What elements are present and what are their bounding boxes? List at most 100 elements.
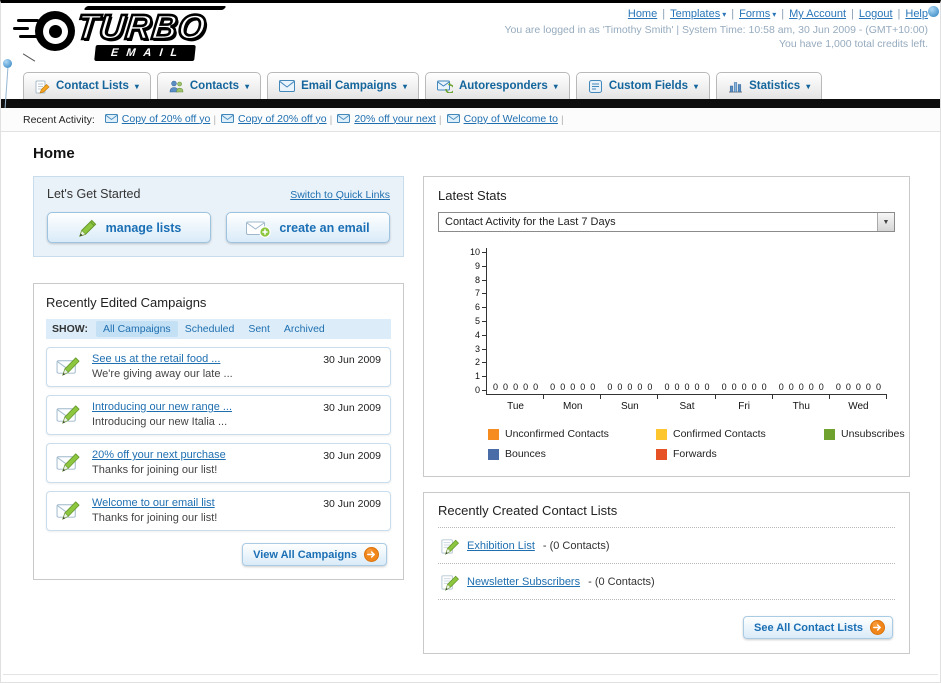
campaign-title-link[interactable]: 20% off your next purchase xyxy=(92,449,314,461)
campaign-title-link[interactable]: Introducing our new range ... xyxy=(92,401,314,413)
tab-contacts[interactable]: Contacts ▾ xyxy=(156,72,262,99)
create-email-button[interactable]: create an email xyxy=(226,212,390,243)
legend-item: Bounces xyxy=(488,448,656,460)
content-columns: Let's Get Started Switch to Quick Links … xyxy=(1,168,940,654)
campaign-title-link[interactable]: Welcome to our email list xyxy=(92,497,314,509)
bar-value-label: 0 xyxy=(818,382,824,392)
bar-value-label: 0 xyxy=(570,382,576,392)
nav-divider-bar xyxy=(1,99,940,108)
tab-email-campaigns[interactable]: Email Campaigns ▾ xyxy=(267,72,419,99)
y-axis-tick: 4 xyxy=(475,330,486,340)
bar-value-label: 0 xyxy=(855,382,861,392)
bar-value-label: 0 xyxy=(533,382,539,392)
custom-fields-icon xyxy=(588,79,603,94)
campaign-title-link[interactable]: See us at the retail food ... xyxy=(92,353,314,365)
stats-period-select[interactable]: Contact Activity for the Last 7 Days ▼ xyxy=(438,212,895,232)
bar-value-label: 0 xyxy=(788,382,794,392)
bar-value-label: 0 xyxy=(513,382,519,392)
legend-label: Forwards xyxy=(673,448,717,460)
manage-lists-button[interactable]: manage lists xyxy=(47,212,211,243)
contact-list-item[interactable]: Newsletter Subscribers - (0 Contacts) xyxy=(438,564,895,600)
chart-bar-group: 00000 xyxy=(658,248,716,399)
top-link-home[interactable]: Home xyxy=(628,8,657,20)
bar-value-labels: 00000 xyxy=(658,382,715,392)
arrow-circle-icon xyxy=(364,547,379,562)
y-axis-tick: 10 xyxy=(470,248,486,257)
bar-value-label: 0 xyxy=(664,382,670,392)
top-link-templates[interactable]: Templates ▾ xyxy=(670,8,726,20)
envelope-pencil-icon xyxy=(56,354,83,377)
bar-value-label: 0 xyxy=(560,382,566,392)
tab-contact-lists[interactable]: Contact Lists ▾ xyxy=(23,72,151,99)
switch-quick-links-link[interactable]: Switch to Quick Links xyxy=(290,189,390,201)
y-tick-label: 7 xyxy=(474,288,480,299)
recent-activity-item[interactable]: Copy of 20% off yo xyxy=(104,112,211,125)
filter-scheduled[interactable]: Scheduled xyxy=(178,321,242,337)
bar-value-label: 0 xyxy=(798,382,804,392)
top-link-logout[interactable]: Logout xyxy=(859,8,893,20)
bar-value-labels: 00000 xyxy=(601,382,658,392)
bar-value-label: 0 xyxy=(808,382,814,392)
bar-value-labels: 00000 xyxy=(487,382,544,392)
main-nav: Contact Lists ▾ Contacts ▾ Email Campaigns ▾ A… xyxy=(1,65,940,99)
campaign-item[interactable]: See us at the retail food ... We're givin… xyxy=(46,347,391,387)
envelope-pencil-icon xyxy=(56,450,83,473)
filter-all-campaigns[interactable]: All Campaigns xyxy=(95,321,178,337)
recent-activity-item[interactable]: Copy of 20% off yo xyxy=(221,113,327,125)
chart-plot-area: 00000000000000000000000000000000000 xyxy=(486,248,888,399)
campaign-item[interactable]: Introducing our new range ... Introducing… xyxy=(46,395,391,435)
recent-campaigns-panel: Recently Edited Campaigns SHOW: All Camp… xyxy=(33,283,404,580)
create-email-label: create an email xyxy=(279,220,370,235)
campaign-date: 30 Jun 2009 xyxy=(323,402,381,414)
activity-item-label: Copy of 20% off yo xyxy=(121,112,211,125)
top-link-help[interactable]: Help xyxy=(905,8,928,20)
pencil-icon xyxy=(440,536,459,555)
link-separator: | xyxy=(781,8,785,20)
see-all-contact-lists-button[interactable]: See All Contact Lists xyxy=(742,616,893,639)
legend-label: Unconfirmed Contacts xyxy=(505,428,609,440)
campaign-text: See us at the retail food ... We're givin… xyxy=(92,353,314,380)
envelope-pencil-icon xyxy=(56,402,83,425)
contact-list-item[interactable]: Exhibition List - (0 Contacts) xyxy=(438,528,895,564)
top-link-forms[interactable]: Forms ▾ xyxy=(739,8,776,20)
bar-value-label: 0 xyxy=(875,382,881,392)
link-separator: | xyxy=(851,8,854,20)
right-column: Latest Stats Contact Activity for the La… xyxy=(423,168,910,654)
filter-archived[interactable]: Archived xyxy=(277,321,332,337)
bar-value-label: 0 xyxy=(865,382,871,392)
y-tick-label: 8 xyxy=(474,274,480,285)
legend-label: Bounces xyxy=(505,448,546,460)
x-axis-spacer xyxy=(464,395,487,412)
recent-activity-item[interactable]: 20% off your next xyxy=(337,113,436,125)
header: TURBO EMAIL Home | Templates ▾ | Forms ▾ | My Ac… xyxy=(1,3,940,108)
snail-shell xyxy=(35,11,75,51)
chevron-down-icon: ▾ xyxy=(772,10,777,19)
bar-value-label: 0 xyxy=(731,382,737,392)
manage-lists-label: manage lists xyxy=(105,220,182,235)
view-all-campaigns-button[interactable]: View All Campaigns xyxy=(242,543,387,566)
tab-custom-fields[interactable]: Custom Fields ▾ xyxy=(575,72,711,99)
contact-list-detail: - (0 Contacts) xyxy=(542,539,610,552)
contact-list-link[interactable]: Exhibition List xyxy=(467,540,535,552)
campaign-item[interactable]: Welcome to our email list Thanks for join… xyxy=(46,491,391,531)
legend-item: Unsubscribes xyxy=(824,428,905,440)
top-link-my-account[interactable]: My Account xyxy=(789,8,846,20)
contact-list-link[interactable]: Newsletter Subscribers xyxy=(467,576,580,588)
tab-autoresponders[interactable]: Autoresponders ▾ xyxy=(424,72,570,99)
campaign-item[interactable]: 20% off your next purchase Thanks for joi… xyxy=(46,443,391,483)
y-tick-label: 10 xyxy=(469,247,480,257)
recent-activity-item[interactable]: Copy of Welcome to xyxy=(446,113,558,125)
y-axis-tick: 6 xyxy=(475,303,486,312)
contact-list-items: Exhibition List - (0 Contacts) Newsletter… xyxy=(438,528,895,600)
legend-item: Unconfirmed Contacts xyxy=(488,428,656,440)
tab-statistics[interactable]: Statistics ▾ xyxy=(716,72,823,99)
chart-bar-group: 00000 xyxy=(601,248,659,399)
separator: | xyxy=(438,114,442,127)
tab-label: Contacts xyxy=(189,80,240,92)
chart-bar-group: 00000 xyxy=(830,248,888,399)
get-started-title: Let's Get Started xyxy=(47,187,141,201)
envelope-icon xyxy=(104,114,118,124)
chevron-down-icon: ▾ xyxy=(722,10,727,19)
filter-sent[interactable]: Sent xyxy=(241,321,277,337)
chevron-down-icon: ▾ xyxy=(553,81,558,91)
